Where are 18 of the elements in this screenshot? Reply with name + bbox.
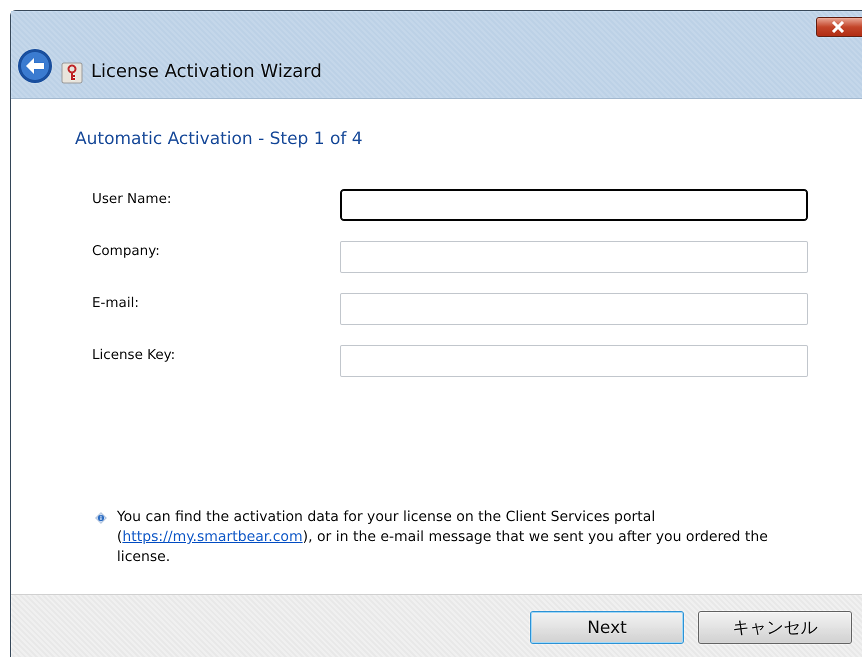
key-icon [61, 62, 83, 84]
close-button[interactable] [816, 17, 862, 37]
window-title: License Activation Wizard [91, 60, 322, 84]
back-button[interactable] [17, 48, 53, 84]
field-label: User Name: [92, 190, 172, 207]
input-field[interactable] [340, 189, 808, 221]
field-label: License Key: [92, 346, 176, 363]
input-field[interactable] [340, 293, 808, 325]
portal-link[interactable]: https://my.smartbear.com [122, 529, 303, 545]
next-button[interactable]: Next [530, 611, 684, 644]
field-label: E-mail: [92, 294, 140, 311]
input-field[interactable] [340, 345, 808, 377]
input-field[interactable] [340, 241, 808, 273]
info-text: You can find the activation data for your license on the Client Services portal (https://my.smartbear.com), or in the e-mail message that we sent you after you ordered the license. [116, 508, 769, 567]
close-icon [831, 21, 845, 33]
step-heading: Automatic Activation - Step 1 of 4 [75, 129, 364, 149]
cancel-button[interactable]: キャンセル [698, 611, 852, 644]
field-label: Company: [92, 242, 161, 259]
